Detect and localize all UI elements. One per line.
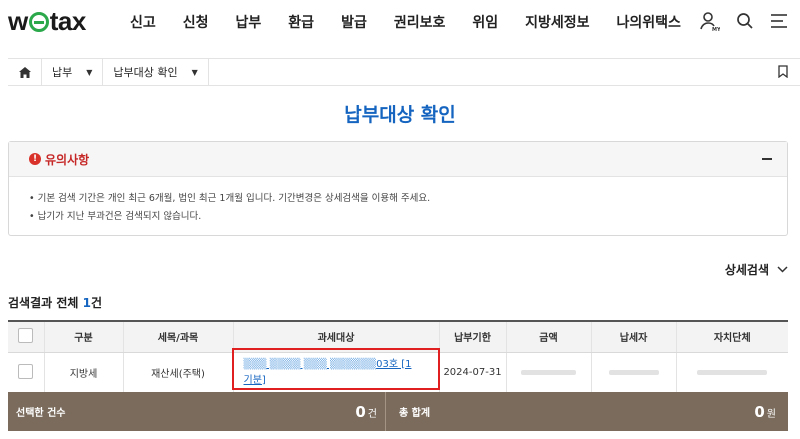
search-icon[interactable] — [736, 12, 754, 30]
result-count-suffix: 건 — [90, 296, 103, 310]
user-my-icon[interactable]: MY — [698, 10, 720, 32]
site-header: w tax 신고 신청 납부 환급 발급 권리보호 위임 지방세정보 나의위택스 … — [0, 0, 800, 44]
target-line2: 기분] — [243, 374, 266, 386]
breadcrumb-item-pay-check[interactable]: 납부대상 확인 ▼ — [103, 59, 209, 85]
nav-item-delegate[interactable]: 위임 — [472, 12, 498, 32]
main-nav: 신고 신청 납부 환급 발급 권리보호 위임 지방세정보 나의위택스 — [130, 12, 681, 32]
warning-icon: ! — [29, 153, 41, 165]
nav-item-my-wetax[interactable]: 나의위택스 — [617, 12, 681, 32]
breadcrumb-label: 납부 — [52, 66, 73, 79]
select-all-checkbox[interactable] — [18, 327, 34, 343]
nav-item-rights[interactable]: 권리보호 — [394, 12, 446, 32]
redacted-amount — [521, 369, 576, 375]
nav-item-local-tax-info[interactable]: 지방세정보 — [525, 12, 589, 32]
logo-text-pre: w — [8, 5, 28, 36]
logo-text-post: tax — [49, 5, 87, 36]
selected-count-unit: 건 — [367, 408, 377, 420]
row-checkbox[interactable] — [18, 363, 34, 379]
column-header: 구분 — [43, 320, 123, 353]
result-count-prefix: 검색결과 전체 — [8, 296, 79, 310]
column-header: 자치단체 — [675, 320, 788, 353]
row-select-cell — [8, 352, 44, 394]
cell-payer — [590, 352, 676, 394]
menu-icon[interactable] — [770, 13, 788, 29]
column-header: 납부기한 — [438, 320, 506, 353]
selected-count-label: 선택한 건수 — [16, 408, 66, 419]
collapse-button[interactable] — [759, 151, 775, 167]
total-sum-unit: 원 — [766, 408, 776, 420]
total-sum-section: 총 합계 0원 — [386, 392, 788, 431]
redacted-local-gov — [697, 369, 768, 375]
nav-item-apply[interactable]: 신청 — [183, 12, 209, 32]
detail-search-label: 상세검색 — [724, 263, 769, 277]
total-sum-value: 0 — [754, 402, 765, 421]
wetax-logo[interactable]: w tax — [8, 6, 86, 36]
tax-target-link[interactable]: ▒▒▒ ▒▒▒▒ ▒▒▒ ▒▒▒▒▒▒03호 [1 기분] — [244, 357, 433, 389]
breadcrumb: 납부 ▼ 납부대상 확인 ▼ — [8, 58, 800, 86]
chevron-down-icon: ▼ — [86, 67, 93, 77]
cell-type: 지방세 — [43, 352, 123, 394]
bookmark-icon[interactable] — [778, 65, 788, 81]
cell-local-gov — [675, 352, 788, 394]
summary-bar: 선택한 건수 0건 총 합계 0원 — [8, 392, 788, 431]
result-table: 구분 세목/과목 과세대상 납부기한 금액 납세자 자치단체 지방세 재산세(주… — [8, 320, 788, 394]
result-count: 검색결과 전체 1건 — [8, 294, 102, 311]
breadcrumb-label: 납부대상 확인 — [113, 66, 178, 79]
logo-e-icon — [28, 12, 49, 32]
chevron-down-icon — [777, 266, 788, 273]
nav-item-issue[interactable]: 발급 — [341, 12, 367, 32]
notice-list: 기본 검색 기간은 개인 최근 6개월, 법인 최근 1개월 입니다. 기간변경… — [9, 177, 787, 226]
chevron-down-icon: ▼ — [191, 67, 198, 77]
page-title: 납부대상 확인 — [344, 104, 456, 126]
table-row: 지방세 재산세(주택) ▒▒▒ ▒▒▒▒ ▒▒▒ ▒▒▒▒▒▒03호 [1 기분… — [8, 352, 788, 394]
result-count-number: 1 — [82, 296, 91, 310]
redacted-payer — [608, 369, 659, 375]
total-sum-label: 총 합계 — [399, 408, 431, 419]
column-header: 세목/과목 — [122, 320, 233, 353]
table-header-row: 구분 세목/과목 과세대상 납부기한 금액 납세자 자치단체 — [8, 320, 788, 353]
cell-due: 2024-07-31 — [438, 352, 506, 394]
svg-text:MY: MY — [712, 27, 720, 32]
cell-target: ▒▒▒ ▒▒▒▒ ▒▒▒ ▒▒▒▒▒▒03호 [1 기분] — [232, 352, 439, 394]
target-visible-text: 03호 [1 — [376, 358, 412, 370]
redacted-address: ▒▒▒ ▒▒▒▒ ▒▒▒ ▒▒▒▒▒▒ — [243, 358, 377, 370]
column-header: 금액 — [505, 320, 591, 353]
breadcrumb-item-pay[interactable]: 납부 ▼ — [42, 59, 104, 85]
selected-count-section: 선택한 건수 0건 — [8, 392, 386, 431]
nav-item-file[interactable]: 신고 — [130, 12, 156, 32]
nav-item-pay[interactable]: 납부 — [236, 12, 262, 32]
notice-title: 유의사항 — [45, 152, 90, 167]
column-header: 납세자 — [590, 320, 676, 353]
nav-item-refund[interactable]: 환급 — [288, 12, 314, 32]
cell-tax: 재산세(주택) — [122, 352, 233, 394]
cell-amount — [505, 352, 591, 394]
notice-panel: ! 유의사항 기본 검색 기간은 개인 최근 6개월, 법인 최근 1개월 입니… — [8, 141, 788, 236]
column-header: 과세대상 — [232, 320, 439, 353]
selected-count-value: 0 — [355, 402, 366, 421]
select-all-cell — [8, 320, 44, 353]
notice-item: 납기가 지난 부과건은 검색되지 않습니다. — [29, 208, 787, 226]
notice-header[interactable]: ! 유의사항 — [9, 142, 787, 177]
home-icon[interactable] — [8, 59, 42, 85]
detail-search-toggle[interactable]: 상세검색 — [725, 261, 788, 278]
notice-item: 기본 검색 기간은 개인 최근 6개월, 법인 최근 1개월 입니다. 기간변경… — [29, 190, 787, 208]
minus-icon — [762, 158, 772, 160]
